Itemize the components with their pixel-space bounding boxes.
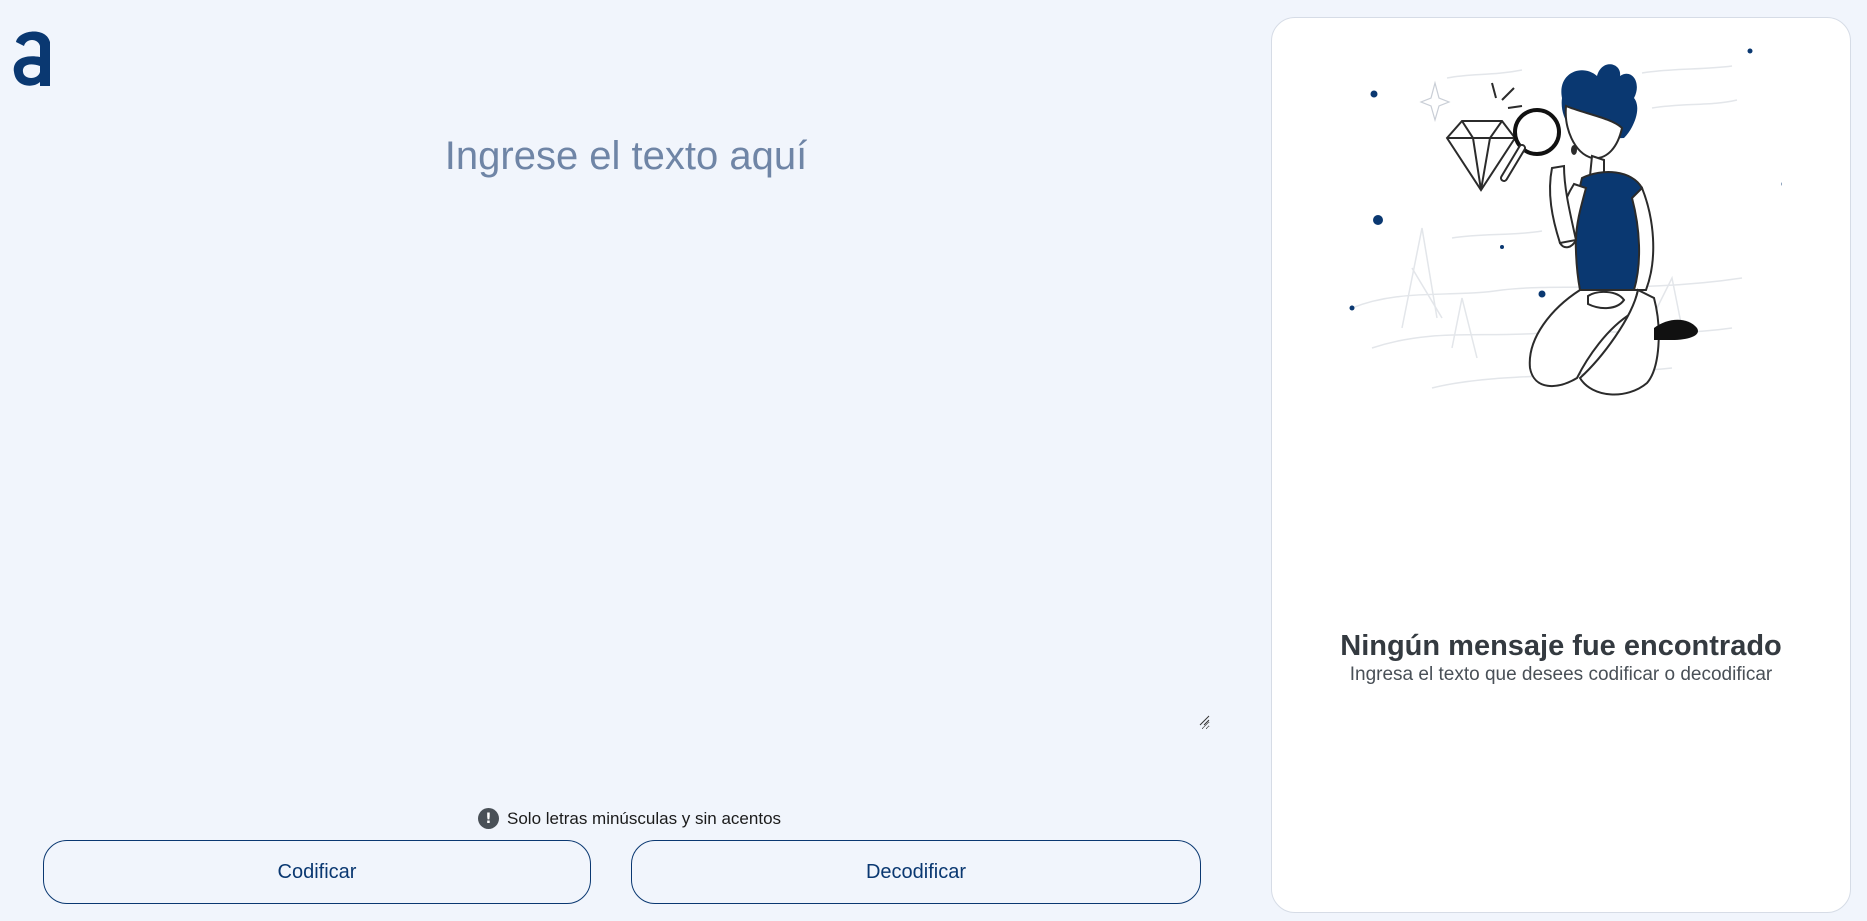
text-input-container	[40, 110, 1210, 730]
input-hint: ! Solo letras minúsculas y sin acentos	[478, 808, 781, 829]
logo-icon	[13, 31, 51, 86]
hint-text: Solo letras minúsculas y sin acentos	[507, 808, 782, 828]
result-panel: Ningún mensaje fue encontrado Ingresa el…	[1271, 17, 1851, 913]
person-with-magnifier-illustration	[1349, 48, 1782, 396]
result-title: Ningún mensaje fue encontrado	[1340, 630, 1782, 662]
exclamation-icon: !	[478, 808, 499, 829]
decrypt-button[interactable]: Decodificar	[631, 840, 1201, 904]
page: ! Solo letras minúsculas y sin acentos C…	[0, 0, 1867, 921]
text-input[interactable]	[40, 110, 1210, 730]
result-subtitle: Ingresa el texto que desees codificar o …	[1349, 664, 1773, 685]
encrypt-button[interactable]: Codificar	[43, 840, 591, 904]
resize-handle-icon[interactable]	[1198, 714, 1210, 726]
